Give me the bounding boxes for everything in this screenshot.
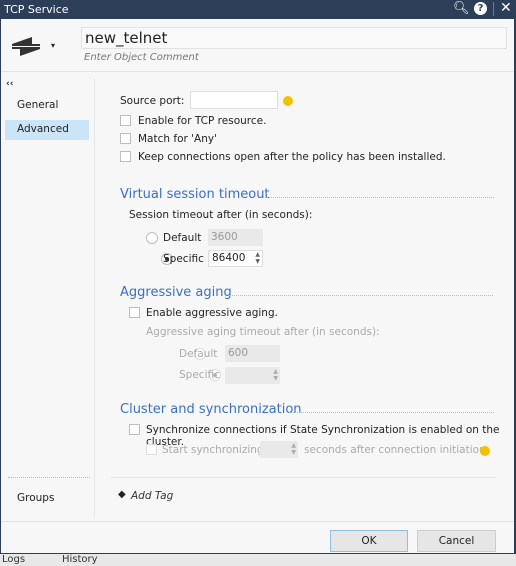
specific-label: Specific — [163, 253, 204, 265]
search-icon[interactable]: 🔍︎ — [453, 1, 470, 16]
close-icon[interactable]: ✕ — [500, 0, 512, 16]
lightbulb-icon[interactable] — [480, 446, 490, 456]
aa-specific-stepper: ▲ ▼ — [225, 367, 280, 384]
ok-button[interactable]: OK — [330, 530, 408, 552]
sidebar-item-general[interactable]: General — [17, 99, 58, 111]
keep-open-checkbox[interactable] — [120, 151, 131, 162]
aggressive-timeout-label: Aggressive aging timeout after (in secon… — [146, 326, 380, 338]
default-radio[interactable] — [146, 232, 158, 244]
enable-tcp-label: Enable for TCP resource. — [138, 115, 267, 127]
enable-aggressive-aging-label: Enable aggressive aging. — [146, 307, 278, 319]
aa-default-field: 600 — [225, 345, 280, 362]
spinner-icon: ▲ ▼ — [291, 442, 296, 456]
object-name-input[interactable]: new_telnet — [81, 27, 507, 49]
session-timeout-label: Session timeout after (in seconds): — [129, 209, 313, 221]
object-comment-input[interactable]: Enter Object Comment — [84, 52, 199, 63]
dialog: ▾ new_telnet Enter Object Comment ‹‹ Gen… — [1, 19, 514, 553]
specific-timeout-value: 86400 — [212, 252, 246, 264]
match-any-checkbox[interactable] — [120, 133, 131, 144]
match-any-label: Match for 'Any' — [138, 133, 217, 145]
divider — [261, 197, 494, 198]
tab-logs[interactable]: Logs — [2, 554, 25, 565]
spinner-icon: ▲ ▼ — [273, 368, 278, 382]
divider — [1, 71, 514, 72]
section-title-cluster-sync: Cluster and synchronization — [120, 402, 302, 417]
sync-connections-checkbox[interactable] — [129, 424, 140, 435]
divider — [493, 2, 494, 16]
title-bar: TCP Service 🔍︎ ? ✕ — [0, 0, 516, 19]
divider — [8, 477, 90, 478]
default-label: Default — [163, 232, 202, 244]
aa-specific-label: Specific — [179, 369, 220, 381]
keep-open-label: Keep connections open after the policy h… — [138, 151, 446, 163]
source-port-input[interactable] — [190, 91, 278, 109]
service-type-icon[interactable] — [10, 35, 42, 60]
section-title-virtual-session-timeout: Virtual session timeout — [120, 187, 270, 202]
section-title-aggressive-aging: Aggressive aging — [120, 285, 232, 300]
divider — [1, 521, 514, 522]
specific-timeout-stepper[interactable]: 86400 ▲ ▼ — [208, 250, 263, 267]
start-sync-stepper: ▲ ▼ — [260, 441, 298, 458]
start-sync-label: Start synchronizing — [162, 444, 264, 456]
default-timeout-field: 3600 — [208, 229, 263, 246]
enable-tcp-checkbox[interactable] — [120, 115, 131, 126]
add-tag-link[interactable]: Add Tag — [131, 490, 173, 502]
enable-aggressive-aging-checkbox[interactable] — [129, 307, 140, 318]
sidebar-item-groups[interactable]: Groups — [17, 492, 54, 504]
chevron-down-icon[interactable]: ▾ — [51, 41, 55, 50]
seconds-after-label: seconds after connection initiation. — [304, 444, 490, 456]
divider — [289, 412, 494, 413]
tab-history[interactable]: History — [62, 554, 98, 565]
sidebar-item-advanced[interactable]: Advanced — [5, 120, 89, 140]
spinner-icon[interactable]: ▲ ▼ — [255, 251, 260, 265]
window-title: TCP Service — [4, 3, 69, 16]
start-sync-checkbox — [146, 444, 157, 455]
source-port-label: Source port: — [120, 95, 185, 107]
divider — [94, 79, 95, 517]
cancel-button[interactable]: Cancel — [417, 530, 496, 552]
aa-default-label: Default — [179, 348, 218, 360]
divider — [111, 477, 496, 478]
divider — [229, 295, 493, 296]
collapse-sidebar-icon[interactable]: ‹‹ — [6, 79, 13, 89]
lightbulb-icon[interactable] — [283, 96, 293, 106]
bottom-tabs: Logs History — [0, 554, 516, 566]
tag-icon: ◆ — [118, 489, 126, 500]
help-icon[interactable]: ? — [474, 2, 487, 15]
